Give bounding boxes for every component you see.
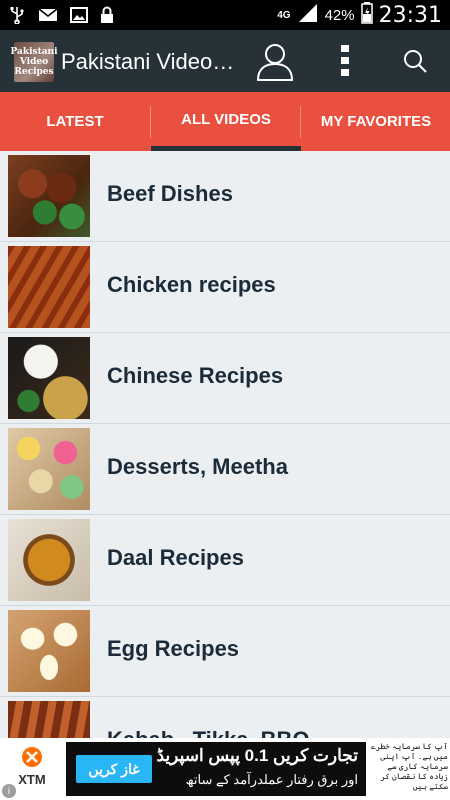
category-label: Desserts, Meetha	[107, 454, 288, 479]
list-item[interactable]: Desserts, Meetha	[0, 424, 450, 515]
ad-info-icon[interactable]: i	[2, 784, 16, 798]
chicken-dish-photo	[8, 246, 90, 328]
ad-risk-disclaimer: آپ کا سرمایہ خطرے میں ہے۔ آپ اپنی سرمایہ…	[371, 742, 448, 791]
category-label: Chicken recipes	[107, 272, 276, 297]
image-icon	[70, 6, 88, 29]
clock: 23:31	[378, 3, 442, 28]
app-toolbar: Pakistani Video Recipes Pakistani Video…	[0, 30, 450, 92]
category-label: Chinese Recipes	[107, 363, 284, 388]
category-label: Daal Recipes	[107, 545, 244, 570]
ad-cta-button[interactable]: غاز کریں	[76, 755, 152, 783]
tab-bar: LATEST ALL VIDEOS MY FAVORITES	[0, 92, 450, 151]
overflow-menu-button[interactable]	[325, 43, 365, 83]
battery-icon	[360, 2, 373, 29]
ad-banner[interactable]: XTM تجارت کریں 0.1 پپس اسپریڈ اور برق رف…	[0, 738, 450, 800]
app-title: Pakistani Video…	[61, 49, 235, 74]
ad-headline: تجارت کریں 0.1 پپس اسپریڈ	[156, 746, 358, 765]
ad-creative[interactable]: تجارت کریں 0.1 پپس اسپریڈ اور برق رفتار …	[66, 742, 366, 796]
tab-latest[interactable]: LATEST	[0, 92, 150, 151]
search-button[interactable]	[395, 43, 435, 83]
dessert-photo	[8, 428, 90, 510]
list-item[interactable]: Egg Recipes	[0, 606, 450, 697]
status-bar: 4G 42% 23:31	[0, 0, 450, 30]
list-item[interactable]: Daal Recipes	[0, 515, 450, 606]
list-item[interactable]: Chinese Recipes	[0, 333, 450, 424]
user-profile-icon	[254, 40, 296, 87]
tab-my-favorites[interactable]: MY FAVORITES	[301, 92, 450, 151]
chinese-dish-photo	[8, 337, 90, 419]
network-type: 4G	[277, 9, 291, 21]
mail-icon	[38, 6, 58, 29]
ad-brand-name: XTM	[18, 772, 46, 787]
list-item[interactable]: Chicken recipes	[0, 242, 450, 333]
app-logo[interactable]: Pakistani Video Recipes	[10, 42, 58, 82]
egg-dish-photo	[8, 610, 90, 692]
battery-percent: 42%	[324, 7, 355, 24]
tab-all-videos[interactable]: ALL VIDEOS	[151, 92, 301, 151]
category-label: Beef Dishes	[107, 181, 233, 206]
category-label: Kabab , Tikka, BBQ	[107, 727, 310, 738]
list-item[interactable]: Beef Dishes	[0, 151, 450, 242]
list-item[interactable]: Kabab , Tikka, BBQ	[0, 697, 450, 738]
kabab-photo	[8, 701, 90, 738]
signal-icon	[297, 3, 319, 28]
category-list: Beef Dishes Chicken recipes Chinese Reci…	[0, 151, 450, 738]
ad-subline: اور برق رفتار عملدرآمد کے ساتھ	[185, 772, 358, 787]
category-label: Egg Recipes	[107, 636, 240, 661]
daal-photo	[8, 519, 90, 601]
search-icon	[402, 48, 428, 79]
xtm-logo-icon	[22, 747, 42, 767]
beef-dish-photo	[8, 155, 90, 237]
lock-icon	[100, 6, 114, 29]
account-button[interactable]	[255, 43, 295, 83]
app-logo-text: Pakistani Video Recipes	[10, 47, 58, 77]
more-vertical-icon	[340, 44, 350, 83]
usb-icon	[8, 6, 26, 29]
